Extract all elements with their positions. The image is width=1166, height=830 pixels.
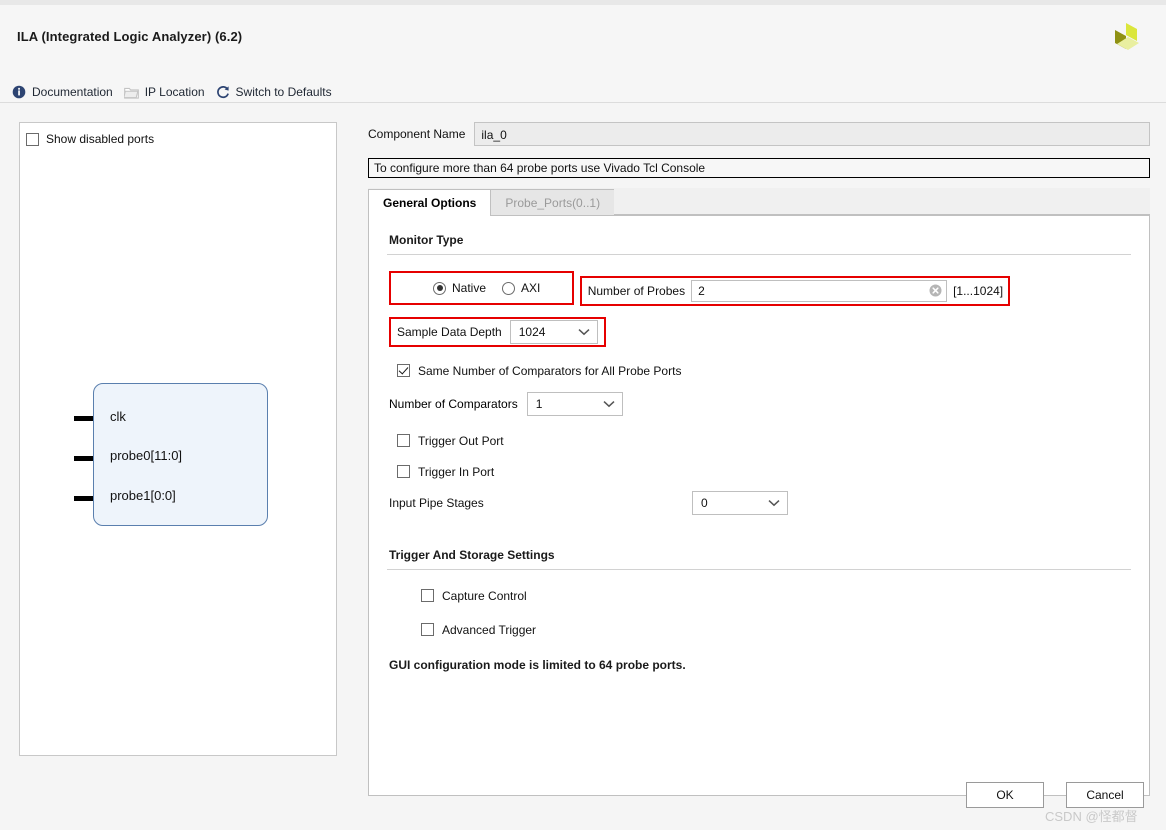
radio-axi-indicator[interactable]: [502, 281, 516, 295]
tab-probe-ports[interactable]: Probe_Ports(0..1): [490, 189, 616, 215]
csdn-watermark: CSDN @怪都督: [1045, 809, 1138, 824]
chevron-down-icon: [603, 397, 615, 411]
config-area: Component Name ila_0 To configure more t…: [368, 122, 1150, 796]
trigger-in-port-row[interactable]: Trigger In Port: [397, 465, 1131, 479]
component-name-input[interactable]: ila_0: [474, 122, 1150, 146]
capture-control-checkbox[interactable]: [421, 589, 434, 602]
chevron-down-icon: [768, 496, 780, 510]
capture-control-label: Capture Control: [442, 588, 527, 603]
advanced-trigger-label: Advanced Trigger: [442, 622, 537, 637]
input-pipe-stages-row: Input Pipe Stages 0: [389, 490, 1131, 515]
radio-axi[interactable]: AXI: [502, 281, 540, 295]
port-label-probe1: probe1[0:0]: [110, 488, 176, 503]
trigger-storage-rule: [387, 568, 1131, 570]
ok-button[interactable]: OK: [966, 782, 1044, 808]
xilinx-logo-icon: [1104, 19, 1148, 63]
trigger-storage-heading: Trigger And Storage Settings: [389, 547, 555, 562]
trigger-out-port-checkbox[interactable]: [397, 434, 410, 447]
tab-strip: General Options Probe_Ports(0..1): [368, 188, 1150, 216]
port-stub-probe1: [74, 496, 95, 501]
input-pipe-stages-select[interactable]: 0: [692, 490, 788, 515]
number-of-comparators-row: Number of Comparators 1: [389, 391, 1131, 416]
header-toolbar: Documentation IP Location Switch to Defa…: [10, 81, 341, 103]
number-of-probes-range: [1...1024]: [953, 283, 1004, 298]
trigger-out-port-label: Trigger Out Port: [418, 433, 504, 448]
trigger-in-port-label: Trigger In Port: [418, 464, 495, 479]
number-of-probes-input[interactable]: 2: [691, 279, 948, 302]
page-title: ILA (Integrated Logic Analyzer) (6.2): [17, 29, 243, 44]
documentation-label: Documentation: [32, 85, 113, 99]
ip-location-button[interactable]: IP Location: [122, 81, 214, 103]
radio-axi-label: AXI: [521, 281, 541, 295]
monitor-type-rule: [387, 254, 1131, 255]
dialog-header: ILA (Integrated Logic Analyzer) (6.2) Do…: [0, 5, 1166, 103]
same-number-comparators-row[interactable]: Same Number of Comparators for All Probe…: [397, 364, 1131, 378]
port-label-clk: clk: [110, 409, 126, 424]
number-of-comparators-value: 1: [535, 396, 543, 411]
trigger-out-port-row[interactable]: Trigger Out Port: [397, 434, 1131, 448]
tab-filler: [614, 189, 1150, 215]
sample-data-depth-annotation-box: Sample Data Depth 1024: [389, 316, 606, 347]
number-of-probes-value: 2: [698, 283, 705, 298]
advanced-trigger-checkbox[interactable]: [421, 623, 434, 636]
number-of-comparators-select[interactable]: 1: [526, 391, 623, 416]
radio-native[interactable]: Native: [433, 281, 486, 295]
sample-data-depth-value: 1024: [518, 324, 546, 339]
component-name-row: Component Name ila_0: [368, 122, 1150, 146]
cancel-button[interactable]: Cancel: [1066, 782, 1144, 808]
radio-native-indicator[interactable]: [433, 281, 446, 295]
same-number-comparators-checkbox[interactable]: [397, 364, 410, 377]
port-stub-probe0: [74, 456, 95, 461]
component-name-label: Component Name: [368, 127, 466, 141]
gui-limit-note: GUI configuration mode is limited to 64 …: [389, 657, 686, 672]
ip-block-symbol: clk probe0[11:0] probe1[0:0]: [93, 383, 268, 526]
trigger-in-port-checkbox[interactable]: [397, 465, 410, 478]
show-disabled-ports-row[interactable]: Show disabled ports: [26, 132, 154, 146]
clear-circle-icon[interactable]: [929, 284, 942, 297]
ip-location-label: IP Location: [144, 85, 205, 99]
show-disabled-ports-checkbox[interactable]: [26, 132, 39, 146]
refresh-icon: [216, 85, 230, 99]
general-options-panel: Monitor Type Native AXI Number of Probes…: [368, 216, 1150, 796]
tab-general-options[interactable]: General Options: [368, 189, 492, 216]
number-of-comparators-label: Number of Comparators: [389, 396, 518, 411]
monitor-type-heading: Monitor Type: [389, 233, 464, 247]
documentation-button[interactable]: Documentation: [10, 81, 122, 103]
number-of-probes-label: Number of Probes: [587, 283, 686, 298]
port-label-probe0: probe0[11:0]: [110, 448, 183, 463]
chevron-down-icon: [578, 325, 590, 339]
radio-native-label: Native: [452, 281, 487, 295]
sample-data-depth-select[interactable]: 1024: [509, 319, 598, 344]
folder-icon: [122, 86, 139, 99]
show-disabled-ports-label: Show disabled ports: [46, 132, 155, 146]
input-pipe-stages-label: Input Pipe Stages: [389, 495, 484, 510]
same-number-comparators-label: Same Number of Comparators for All Probe…: [418, 363, 682, 378]
info-icon: [12, 85, 26, 99]
number-of-probes-annotation-box: Number of Probes 2 [1...1024]: [579, 275, 1011, 306]
switch-to-defaults-label: Switch to Defaults: [235, 85, 332, 99]
port-stub-clk: [74, 416, 95, 421]
tcl-console-warning: To configure more than 64 probe ports us…: [368, 158, 1150, 178]
sample-data-depth-label: Sample Data Depth: [397, 324, 502, 339]
switch-to-defaults-button[interactable]: Switch to Defaults: [214, 81, 341, 103]
monitor-type-annotation-box: Native AXI: [389, 271, 575, 305]
ip-symbol-panel: Show disabled ports clk probe0[11:0] pro…: [19, 122, 337, 756]
capture-control-row[interactable]: Capture Control: [421, 589, 1131, 603]
input-pipe-stages-value: 0: [701, 495, 708, 510]
advanced-trigger-row[interactable]: Advanced Trigger: [421, 623, 1131, 637]
